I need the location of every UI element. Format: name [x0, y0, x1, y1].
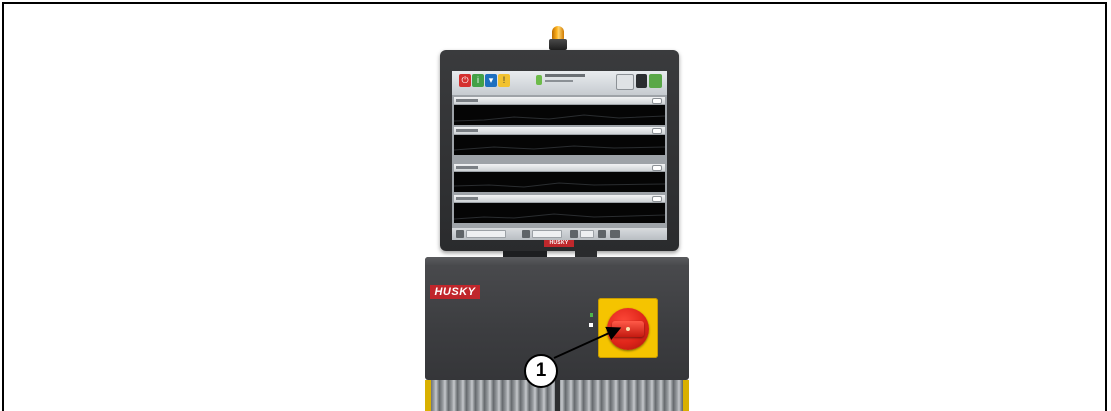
callout-number: 1: [524, 354, 558, 388]
callout-arrow: [553, 326, 622, 359]
